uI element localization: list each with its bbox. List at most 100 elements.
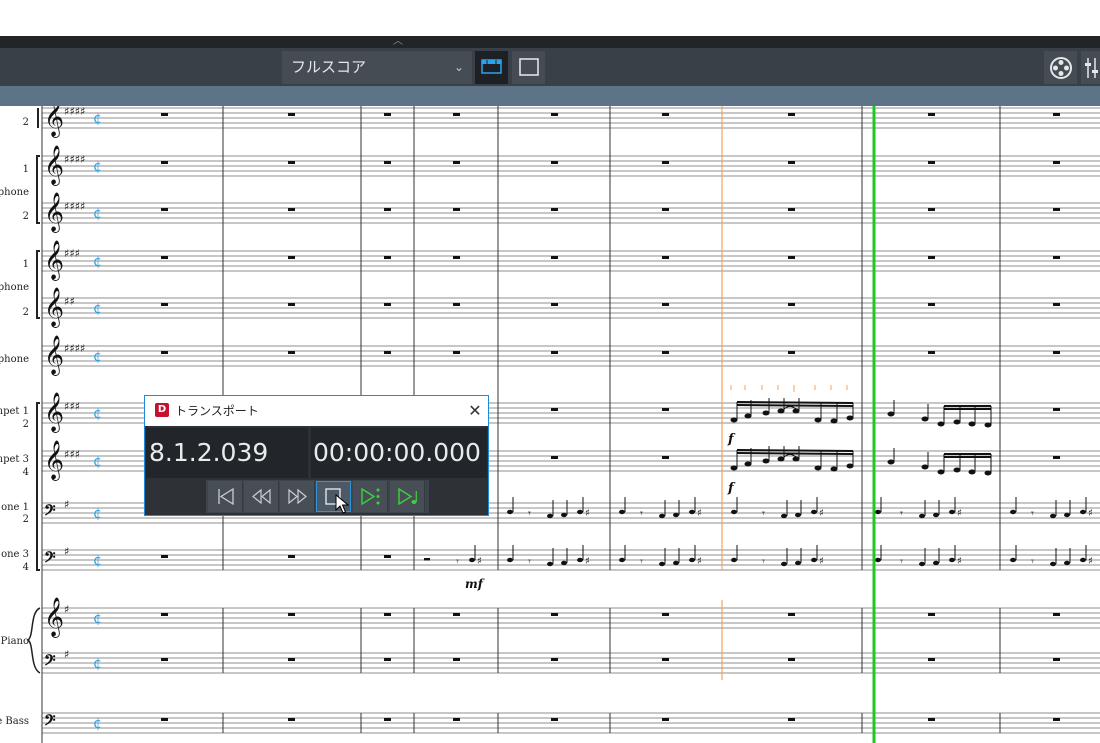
transport-window[interactable]: D トランスポート ✕ 8.1.2.039 00:00:00.000 [144, 395, 489, 516]
rewind-to-start-button[interactable] [208, 481, 243, 512]
svg-text:♯♯♯: ♯♯♯ [64, 247, 80, 260]
staff-label: 4 [23, 467, 29, 478]
close-icon[interactable]: ✕ [463, 396, 487, 426]
fast-forward-icon [288, 488, 307, 505]
svg-text:♯♯♯: ♯♯♯ [64, 448, 80, 461]
galley-view-icon [519, 58, 539, 76]
svg-text:♯: ♯ [477, 556, 482, 567]
play-icon [398, 487, 417, 506]
transport-titlebar[interactable]: D トランスポート ✕ [145, 396, 488, 426]
film-reel-icon [1050, 57, 1072, 79]
staff-label: 4 [23, 562, 29, 573]
svg-text:𝄾: 𝄾 [762, 555, 765, 568]
svg-text:♯♯♯♯: ♯♯♯♯ [64, 106, 85, 118]
svg-text:♯: ♯ [957, 556, 962, 567]
staff-label: 2 [23, 117, 29, 128]
svg-text:¢: ¢ [93, 656, 102, 672]
staff-label: phone [0, 187, 29, 198]
key-signatures: ♯♯♯♯♯♯♯♯♯♯♯♯ ♯♯♯♯♯♯♯♯♯ ♯♯♯♯♯♯ ♯♯♯♯ [64, 106, 85, 661]
transport-controls [206, 480, 429, 513]
bars-beats-display[interactable]: 8.1.2.039 [146, 428, 308, 478]
svg-text:𝄞: 𝄞 [44, 106, 64, 138]
skip-to-start-icon [218, 487, 234, 506]
svg-text:♯: ♯ [697, 508, 702, 519]
svg-text:𝄞: 𝄞 [44, 192, 64, 233]
svg-text:𝄢: 𝄢 [44, 652, 56, 673]
fast-forward-button[interactable] [280, 481, 315, 512]
svg-text:𝄾: 𝄾 [640, 507, 643, 520]
svg-text:♯: ♯ [64, 648, 69, 661]
svg-text:♯: ♯ [819, 556, 824, 567]
play-button[interactable] [390, 481, 425, 512]
svg-text:♯♯♯: ♯♯♯ [64, 400, 80, 413]
svg-text:♯♯♯♯: ♯♯♯♯ [64, 200, 85, 213]
staff-label: 2 [23, 419, 29, 430]
svg-text:♯♯♯♯: ♯♯♯♯ [64, 342, 85, 355]
svg-text:¢: ¢ [93, 716, 102, 732]
svg-text:𝄢: 𝄢 [44, 712, 56, 733]
svg-text:¢: ¢ [93, 406, 102, 422]
svg-text:♯: ♯ [957, 508, 962, 519]
time-signatures: ¢ ¢ ¢ ¢ ¢ ¢ ¢ ¢ ¢ ¢ ¢ ¢ ¢ [93, 111, 102, 732]
staff-label: 2 [23, 211, 29, 222]
collapse-panel-icon[interactable]: ︿ [390, 36, 406, 48]
svg-text:¢: ¢ [93, 611, 102, 627]
dynamic-mf: mf [465, 577, 485, 591]
svg-text:♯♯: ♯♯ [64, 295, 75, 308]
staff-label: phone [0, 282, 29, 293]
toolbar [0, 48, 1100, 86]
svg-text:𝄢: 𝄢 [44, 549, 56, 570]
svg-text:𝄾: 𝄾 [1031, 555, 1034, 568]
svg-text:𝄞: 𝄞 [44, 597, 64, 638]
svg-text:𝄾: 𝄾 [528, 555, 531, 568]
mixer-icon [1085, 58, 1098, 78]
svg-text:𝄞: 𝄞 [44, 240, 64, 281]
mixer-button[interactable] [1081, 51, 1100, 84]
svg-text:𝄾: 𝄾 [900, 555, 903, 568]
dynamic-f: f [727, 481, 736, 496]
svg-text:♯: ♯ [585, 508, 590, 519]
window-top-area [0, 0, 1100, 36]
svg-text:♯: ♯ [64, 545, 69, 558]
layout-select-value: フルスコア [291, 58, 367, 76]
svg-text:¢: ¢ [93, 254, 102, 270]
staff-label: 1 [23, 259, 29, 270]
svg-text:¢: ¢ [93, 206, 102, 222]
svg-text:𝄾: 𝄾 [456, 555, 459, 568]
mouse-cursor-icon [335, 494, 350, 514]
video-button[interactable] [1044, 51, 1077, 84]
play-from-selection-icon [361, 487, 380, 506]
svg-text:𝄞: 𝄞 [44, 335, 64, 376]
svg-text:𝄞: 𝄞 [44, 440, 64, 481]
svg-text:𝄾: 𝄾 [1031, 507, 1034, 520]
rewind-button[interactable] [244, 481, 279, 512]
trumpet-phrases [730, 398, 992, 476]
dynamic-f: f [727, 432, 736, 447]
staff-label: mpet 1 [0, 406, 29, 417]
svg-text:♯: ♯ [697, 556, 702, 567]
transport-title: トランスポート [175, 404, 259, 418]
svg-text:♯: ♯ [64, 498, 69, 511]
svg-text:¢: ¢ [93, 506, 102, 522]
layout-select[interactable]: フルスコア ⌄ [282, 51, 472, 84]
play-from-selection-button[interactable] [353, 481, 388, 512]
svg-text:♯: ♯ [64, 603, 69, 616]
staff-label: 1 [23, 164, 29, 175]
staff-label: 2 [23, 514, 29, 525]
page-view-button[interactable] [475, 51, 508, 84]
svg-text:𝄾: 𝄾 [528, 507, 531, 520]
staff-label: Piano [1, 636, 29, 647]
timecode-display[interactable]: 00:00:00.000 [311, 428, 487, 478]
svg-text:𝄢: 𝄢 [44, 502, 56, 523]
svg-text:𝄞: 𝄞 [44, 392, 64, 433]
svg-text:¢: ¢ [93, 454, 102, 470]
app-logo-icon: D [155, 403, 169, 417]
chevron-down-icon: ⌄ [453, 60, 464, 74]
svg-text:¢: ¢ [93, 553, 102, 569]
staff-label: 2 [23, 307, 29, 318]
svg-text:¢: ¢ [93, 301, 102, 317]
staff-label: e Bass [0, 716, 29, 727]
staff-label: mpet 3 [0, 454, 29, 465]
galley-view-button[interactable] [512, 51, 545, 84]
staff-label: one 3 [1, 549, 29, 560]
